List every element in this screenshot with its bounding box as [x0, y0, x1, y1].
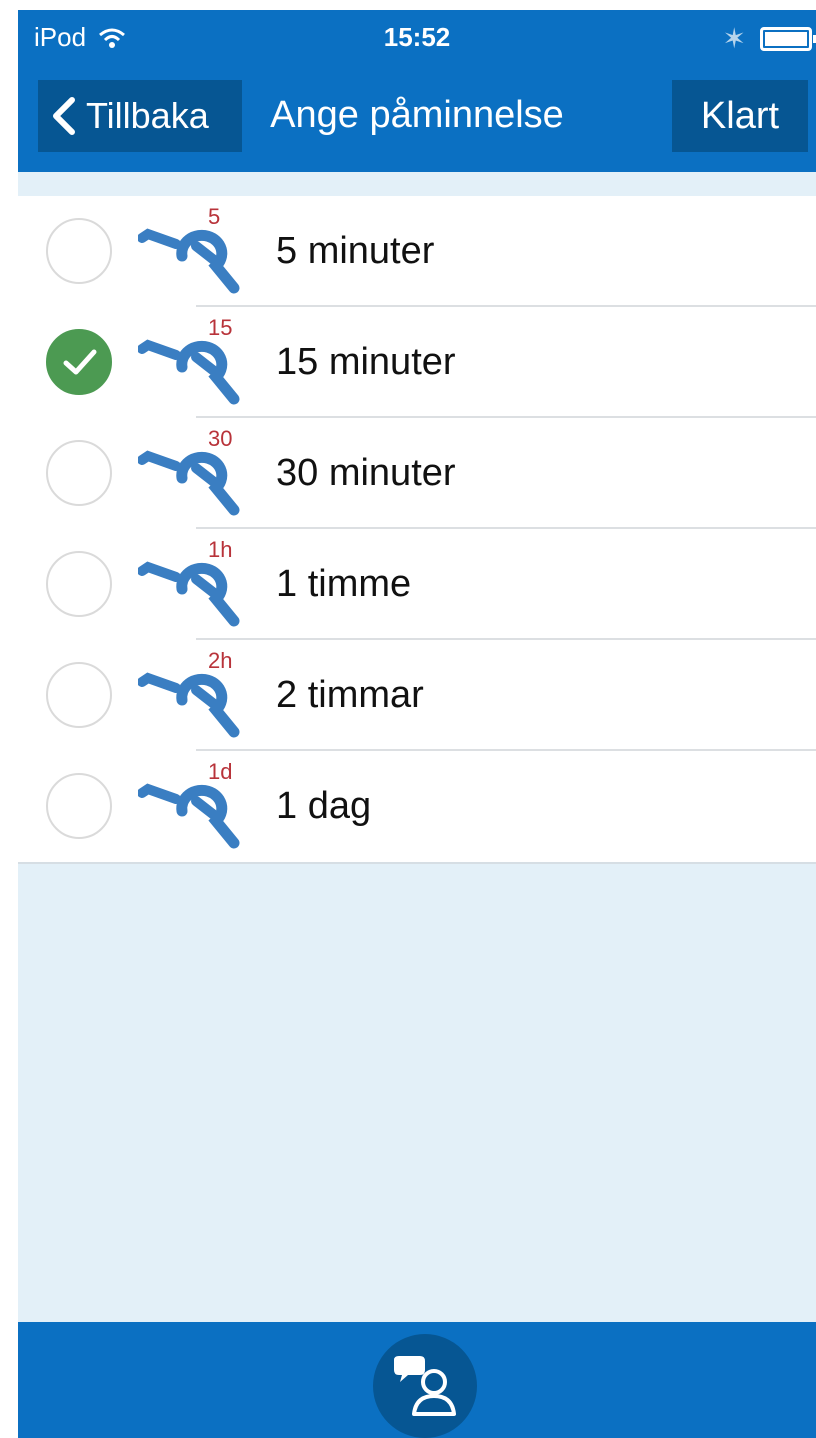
- knot-badge: 30: [208, 426, 233, 451]
- knot-badge: 2h: [208, 648, 233, 673]
- frame-left: [0, 0, 18, 1438]
- knot-badge: 1d: [208, 759, 233, 784]
- battery-icon: [760, 26, 816, 51]
- option-label: 1 dag: [276, 785, 372, 827]
- done-button[interactable]: Klart: [672, 80, 808, 152]
- option-label: 1 timme: [276, 563, 412, 605]
- header: iPod 15:52 ✶ Tillbaka Ange påminnelse Kl…: [18, 10, 816, 172]
- contacts-chat-icon: [394, 1356, 456, 1416]
- screen: iPod 15:52 ✶ Tillbaka Ange påminnelse Kl…: [18, 10, 816, 1438]
- knot-badge: 5: [208, 204, 221, 229]
- radio-unchecked[interactable]: [46, 662, 112, 728]
- option-row-1-hour[interactable]: 1h 1 timme: [18, 529, 816, 640]
- radio-unchecked[interactable]: [46, 551, 112, 617]
- option-row-15-min[interactable]: 15 15 minuter: [18, 307, 816, 418]
- option-row-30-min[interactable]: 30 30 minuter: [18, 418, 816, 529]
- status-time: 15:52: [383, 22, 451, 52]
- radio-checked[interactable]: [46, 329, 112, 395]
- radio-unchecked[interactable]: [46, 218, 112, 284]
- checkmark-icon: [63, 349, 97, 375]
- option-label: 30 minuter: [276, 452, 456, 494]
- option-label: 15 minuter: [276, 341, 456, 383]
- status-bar: iPod 15:52 ✶: [18, 10, 816, 66]
- knot-badge: 1h: [208, 537, 233, 562]
- option-row-2-hours[interactable]: 2h 2 timmar: [18, 640, 816, 751]
- tab-bar: [18, 1322, 816, 1438]
- option-label: 2 timmar: [276, 674, 424, 716]
- frame-top: [0, 0, 816, 10]
- knot-icon: [138, 228, 240, 294]
- radio-unchecked[interactable]: [46, 440, 112, 506]
- option-row-5-min[interactable]: 5 5 minuter: [18, 196, 816, 307]
- knot-badge: 15: [208, 315, 233, 340]
- nav-bar: Tillbaka Ange påminnelse Klart: [18, 80, 816, 154]
- option-label: 5 minuter: [276, 230, 435, 272]
- option-row-1-day[interactable]: 1d 1 dag: [18, 751, 816, 862]
- contacts-button[interactable]: [373, 1334, 477, 1438]
- reminder-options-list: 5 5 minuter 15 15 minuter 30 30 minuter …: [18, 196, 816, 864]
- radio-unchecked[interactable]: [46, 773, 112, 839]
- status-right: ✶: [722, 22, 816, 55]
- bluetooth-icon: ✶: [722, 23, 746, 54]
